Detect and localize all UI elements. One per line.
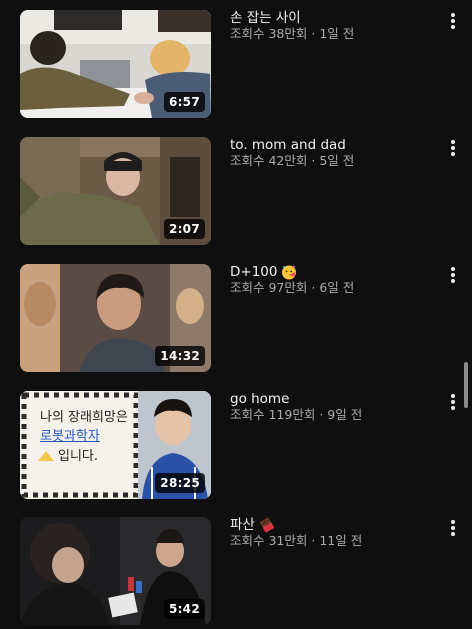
video-thumbnail[interactable]: 나의 장래희망은 로봇과학자 입니다. 28:25 bbox=[20, 391, 211, 499]
video-title[interactable]: 파산 bbox=[230, 517, 435, 533]
video-meta: 파산 조회수 31만회 · 11일 전 bbox=[230, 517, 435, 549]
video-title-text: 파산 bbox=[230, 517, 255, 533]
video-row[interactable]: 나의 장래희망은 로봇과학자 입니다. 28:25 go home 조회수 11… bbox=[0, 391, 472, 499]
video-title-text: D+100 bbox=[230, 264, 278, 280]
face-with-party-horn-icon bbox=[282, 265, 297, 280]
video-meta: D+100 조회수 97만회 · 6일 전 bbox=[230, 264, 435, 296]
video-list: 6:57 손 잡는 사이 조회수 38만회 · 1일 전 2:07 to. mo… bbox=[0, 0, 472, 629]
video-duration: 6:57 bbox=[163, 92, 205, 112]
video-title[interactable]: go home bbox=[230, 391, 435, 407]
video-title[interactable]: D+100 bbox=[230, 264, 435, 280]
video-views: 조회수 42만회 bbox=[230, 153, 308, 168]
video-duration: 5:42 bbox=[163, 599, 205, 619]
video-age: 6일 전 bbox=[319, 280, 355, 295]
more-options-icon[interactable] bbox=[444, 393, 462, 411]
chocolate-bar-icon bbox=[259, 517, 274, 533]
video-duration: 28:25 bbox=[155, 473, 205, 493]
video-subtitle: 조회수 38만회 · 1일 전 bbox=[230, 26, 435, 42]
video-thumbnail[interactable]: 6:57 bbox=[20, 10, 211, 118]
video-title-text: go home bbox=[230, 391, 290, 407]
more-options-icon[interactable] bbox=[444, 266, 462, 284]
video-meta: 손 잡는 사이 조회수 38만회 · 1일 전 bbox=[230, 10, 435, 42]
sign-line-3: 입니다. bbox=[58, 449, 99, 464]
video-duration: 14:32 bbox=[155, 346, 205, 366]
separator-dot: · bbox=[307, 26, 320, 41]
separator-dot: · bbox=[307, 153, 320, 168]
thumbnail-sign: 나의 장래희망은 로봇과학자 입니다. bbox=[40, 409, 136, 467]
video-title[interactable]: to. mom and dad bbox=[230, 137, 435, 153]
video-subtitle: 조회수 97만회 · 6일 전 bbox=[230, 280, 435, 296]
video-views: 조회수 119만회 bbox=[230, 407, 316, 422]
sign-line-1: 나의 장래희망은 bbox=[40, 410, 128, 425]
video-age: 5일 전 bbox=[319, 153, 355, 168]
sign-line-2: 로봇과학자 bbox=[40, 429, 100, 444]
more-options-icon[interactable] bbox=[444, 12, 462, 30]
video-meta: go home 조회수 119만회 · 9일 전 bbox=[230, 391, 435, 423]
video-age: 9일 전 bbox=[327, 407, 363, 422]
more-options-icon[interactable] bbox=[444, 519, 462, 537]
video-title-text: 손 잡는 사이 bbox=[230, 10, 301, 26]
video-views: 조회수 38만회 bbox=[230, 26, 308, 41]
video-thumbnail[interactable]: 2:07 bbox=[20, 137, 211, 245]
video-thumbnail[interactable]: 14:32 bbox=[20, 264, 211, 372]
video-title-text: to. mom and dad bbox=[230, 137, 346, 153]
video-row[interactable]: 14:32 D+100 조회수 97만회 · 6일 전 bbox=[0, 264, 472, 372]
video-views: 조회수 31만회 bbox=[230, 533, 308, 548]
separator-dot: · bbox=[307, 280, 320, 295]
scrollbar-thumb[interactable] bbox=[464, 362, 468, 408]
video-meta: to. mom and dad 조회수 42만회 · 5일 전 bbox=[230, 137, 435, 169]
video-duration: 2:07 bbox=[163, 219, 205, 239]
separator-dot: · bbox=[315, 407, 328, 422]
separator-dot: · bbox=[307, 533, 320, 548]
video-row[interactable]: 5:42 파산 조회수 31만회 · 11일 전 bbox=[0, 517, 472, 625]
video-subtitle: 조회수 42만회 · 5일 전 bbox=[230, 153, 435, 169]
more-options-icon[interactable] bbox=[444, 139, 462, 157]
video-subtitle: 조회수 119만회 · 9일 전 bbox=[230, 407, 435, 423]
video-views: 조회수 97만회 bbox=[230, 280, 308, 295]
video-thumbnail[interactable]: 5:42 bbox=[20, 517, 211, 625]
video-age: 1일 전 bbox=[319, 26, 355, 41]
video-title[interactable]: 손 잡는 사이 bbox=[230, 10, 435, 26]
video-row[interactable]: 2:07 to. mom and dad 조회수 42만회 · 5일 전 bbox=[0, 137, 472, 245]
video-age: 11일 전 bbox=[319, 533, 363, 548]
video-row[interactable]: 6:57 손 잡는 사이 조회수 38만회 · 1일 전 bbox=[0, 10, 472, 118]
video-subtitle: 조회수 31만회 · 11일 전 bbox=[230, 533, 435, 549]
